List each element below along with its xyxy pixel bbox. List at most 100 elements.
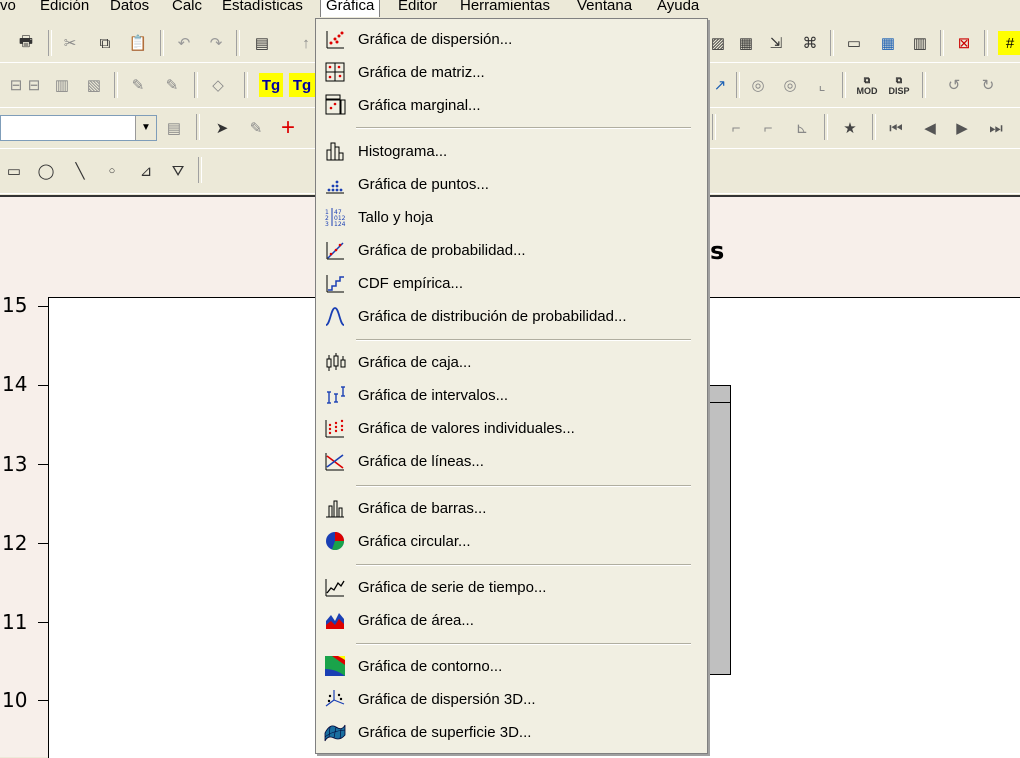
menu-item-tallo-hoja[interactable]: 1 2 3 47 012 124 Tallo y hoja xyxy=(316,202,707,232)
menu-separator xyxy=(356,127,691,129)
row-delete-icon[interactable]: ⊟ xyxy=(22,73,46,97)
menu-estadisticas[interactable]: Estadísticas xyxy=(222,0,303,14)
bar-remove-icon[interactable]: ▧ xyxy=(82,73,106,97)
menu-item-probabilidad[interactable]: Gráfica de probabilidad... xyxy=(316,235,707,265)
toolbar-separator xyxy=(114,72,118,98)
menu-item-contorno[interactable]: Gráfica de contorno... xyxy=(316,651,707,681)
menu-calc[interactable]: Calc xyxy=(172,0,202,14)
menu-item-circular[interactable]: Gráfica circular... xyxy=(316,526,707,556)
previous-icon[interactable]: ◀ xyxy=(918,116,942,140)
svg-text:124: 124 xyxy=(334,221,346,228)
grid-icon[interactable]: ▦ xyxy=(876,31,900,55)
select-arrow-icon[interactable]: ➤ xyxy=(210,116,234,140)
menu-item-area[interactable]: Gráfica de área... xyxy=(316,605,707,635)
scroll-icon[interactable]: ▭ xyxy=(842,31,866,55)
menu-item-dispersion-3d[interactable]: Gráfica de dispersión 3D... xyxy=(316,684,707,714)
paste-icon[interactable]: 📋 xyxy=(126,31,150,55)
ellipse-icon[interactable]: ◯ xyxy=(34,159,58,183)
toolbar-separator xyxy=(736,72,740,98)
line-icon[interactable]: ╲ xyxy=(68,159,92,183)
last-icon[interactable]: ⏭ xyxy=(984,116,1008,140)
menu-item-caja[interactable]: Gráfica de caja... xyxy=(316,347,707,377)
menu-item-barras[interactable]: Gráfica de barras... xyxy=(316,493,707,523)
bar-insert-icon[interactable]: ▥ xyxy=(50,73,74,97)
star-icon[interactable]: ★ xyxy=(838,116,862,140)
copy-icon[interactable]: ⧉ xyxy=(93,31,117,55)
hash-icon[interactable]: # xyxy=(998,31,1020,55)
brush-tool-icon[interactable]: ✎ xyxy=(244,116,268,140)
menu-item-intervalos[interactable]: Gráfica de intervalos... xyxy=(316,380,707,410)
project-manager-icon[interactable]: ▤ xyxy=(250,31,274,55)
graph-selector-combobox[interactable]: ▼ xyxy=(0,115,157,141)
cut-icon[interactable]: ✂ xyxy=(58,31,82,55)
menu-archivo[interactable]: vo xyxy=(0,0,16,14)
document-icon[interactable]: ▦ xyxy=(734,31,758,55)
toolbar-separator xyxy=(824,114,828,140)
scatter-3d-icon xyxy=(324,688,346,710)
toolbar-separator xyxy=(244,72,248,98)
stem-leaf-icon: 1 2 3 47 012 124 xyxy=(324,206,346,228)
properties-icon[interactable]: ▤ xyxy=(162,116,186,140)
line-fit-icon[interactable]: ⌞ xyxy=(810,73,834,97)
polyline-icon[interactable]: ⊿ xyxy=(134,159,158,183)
surface-3d-icon xyxy=(324,721,346,743)
menu-herramientas[interactable]: Herramientas xyxy=(460,0,550,14)
text-tag-icon[interactable]: Tg xyxy=(259,73,283,97)
menu-item-superficie-3d[interactable]: Gráfica de superficie 3D... xyxy=(316,717,707,747)
menu-grafica[interactable]: Gráfica xyxy=(320,0,381,17)
undo-icon[interactable]: ↶ xyxy=(172,31,196,55)
menu-item-cdf-empirica[interactable]: CDF empírica... xyxy=(316,268,707,298)
menu-ventana[interactable]: Ventana xyxy=(577,0,632,14)
chevron-down-icon[interactable]: ▼ xyxy=(135,116,156,140)
eraser-icon[interactable]: ◇ xyxy=(206,73,230,97)
marginal-plot-icon xyxy=(324,94,346,116)
distribution-fit-icon[interactable]: ◎ xyxy=(746,73,770,97)
text-tag-sub-icon[interactable]: Tg xyxy=(289,73,315,97)
redo-icon[interactable]: ↷ xyxy=(204,31,228,55)
axis-tool-icon[interactable]: ⊾ xyxy=(790,116,814,140)
menu-item-marginal[interactable]: Gráfica marginal... xyxy=(316,90,707,120)
area-chart-icon xyxy=(324,609,346,631)
rectangle-icon[interactable]: ▭ xyxy=(2,159,26,183)
table-icon[interactable]: ▥ xyxy=(908,31,932,55)
stepped-up-icon[interactable]: ⌐ xyxy=(724,116,748,140)
menu-datos[interactable]: Datos xyxy=(110,0,149,14)
next-icon[interactable]: ▶ xyxy=(950,116,974,140)
menu-separator xyxy=(356,564,691,566)
boxplot-median-line xyxy=(705,402,730,403)
boxplot-box[interactable] xyxy=(705,385,731,675)
menu-item-histograma[interactable]: Histograma... xyxy=(316,136,707,166)
report-icon[interactable]: ▨ xyxy=(706,31,730,55)
polygon-icon[interactable]: ⛛ xyxy=(166,159,190,183)
brush-off-icon[interactable]: ✎ xyxy=(160,73,184,97)
menu-item-puntos[interactable]: Gráfica de puntos... xyxy=(316,169,707,199)
distribution-fit2-icon[interactable]: ◎ xyxy=(778,73,802,97)
rotate-left-icon[interactable]: ↺ xyxy=(942,73,966,97)
print-icon[interactable]: 🖶 xyxy=(14,31,38,55)
menu-item-distribucion-probabilidad[interactable]: Gráfica de distribución de probabilidad.… xyxy=(316,301,707,331)
menu-ayuda[interactable]: Ayuda xyxy=(657,0,699,14)
crosshair-icon[interactable]: + xyxy=(276,114,300,141)
menu-separator xyxy=(356,643,691,645)
menu-item-lineas[interactable]: Gráfica de líneas... xyxy=(316,446,707,476)
import-icon[interactable]: ⇲ xyxy=(764,31,788,55)
pie-chart-icon xyxy=(324,530,346,552)
first-icon[interactable]: ⏮ xyxy=(884,116,908,140)
y-tick-label: 11 xyxy=(2,610,28,634)
menu-edicion[interactable]: Edición xyxy=(40,0,89,14)
close-graphs-icon[interactable]: ⊠ xyxy=(952,31,976,55)
y-tick xyxy=(38,306,48,307)
menu-item-valores-individuales[interactable]: Gráfica de valores individuales... xyxy=(316,413,707,443)
menu-item-serie-tiempo[interactable]: Gráfica de serie de tiempo... xyxy=(316,572,707,602)
menu-item-matriz[interactable]: Gráfica de matriz... xyxy=(316,57,707,87)
menu-editor[interactable]: Editor xyxy=(398,0,437,14)
menu-item-dispersion[interactable]: Gráfica de dispersión... xyxy=(316,24,707,54)
brush-icon[interactable]: ✎ xyxy=(126,73,150,97)
mod-button[interactable]: ⧉ MOD xyxy=(853,69,881,101)
stair-plot-icon[interactable]: ↗ xyxy=(708,73,732,97)
disp-button[interactable]: ⧉ DISP xyxy=(885,69,913,101)
network-icon[interactable]: ⌘ xyxy=(798,31,822,55)
stepped-down-icon[interactable]: ⌐ xyxy=(756,116,780,140)
marker-icon[interactable]: ○ xyxy=(100,159,124,183)
rotate-right-icon[interactable]: ↻ xyxy=(976,73,1000,97)
